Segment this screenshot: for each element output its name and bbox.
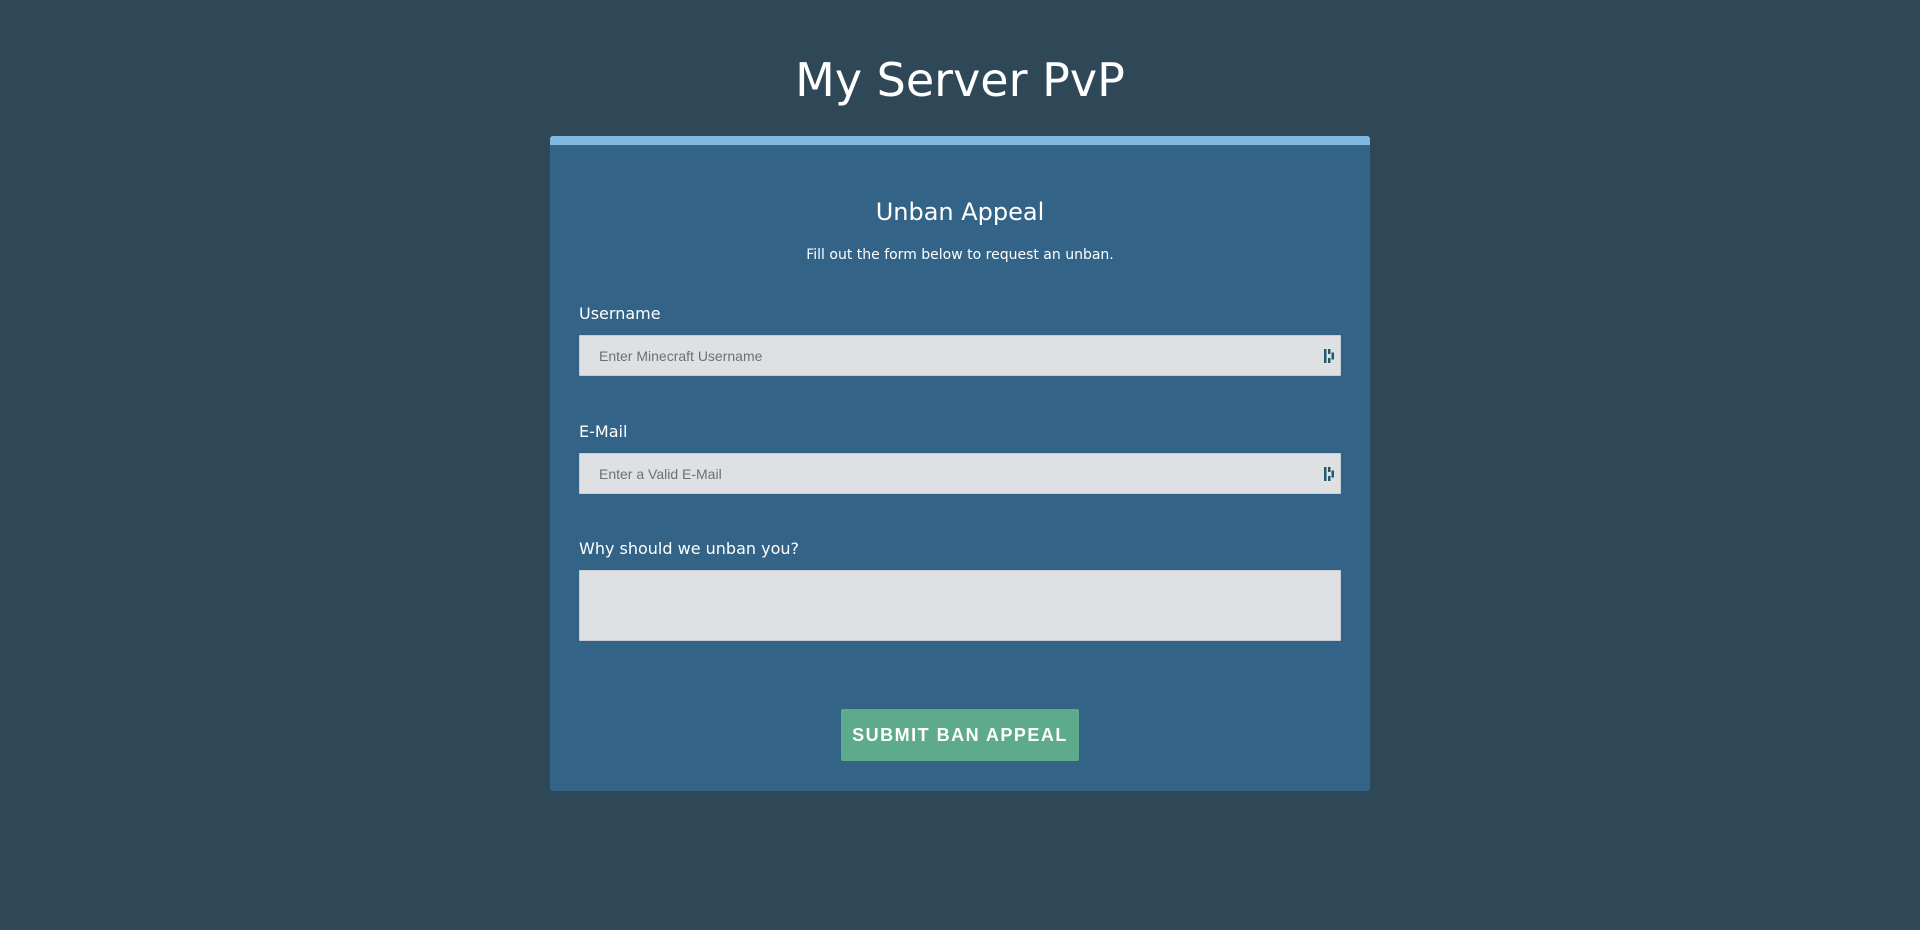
page: My Server PvP Unban Appeal Fill out the …	[0, 0, 1920, 930]
password-manager-icon[interactable]	[1323, 347, 1337, 365]
email-input[interactable]	[579, 453, 1341, 494]
reason-label: Why should we unban you?	[579, 539, 799, 558]
reason-textarea[interactable]	[579, 570, 1341, 641]
appeal-form-card: Unban Appeal Fill out the form below to …	[550, 136, 1370, 791]
site-title: My Server PvP	[795, 53, 1125, 107]
form-heading: Unban Appeal	[875, 198, 1045, 226]
form-subtitle: Fill out the form below to request an un…	[806, 247, 1114, 263]
email-label: E-Mail	[579, 422, 628, 441]
submit-ban-appeal-button[interactable]: SUBMIT BAN APPEAL	[841, 709, 1079, 761]
username-label: Username	[579, 304, 661, 323]
username-input[interactable]	[579, 335, 1341, 376]
card-accent-bar	[550, 136, 1370, 145]
password-manager-icon[interactable]	[1323, 465, 1337, 483]
